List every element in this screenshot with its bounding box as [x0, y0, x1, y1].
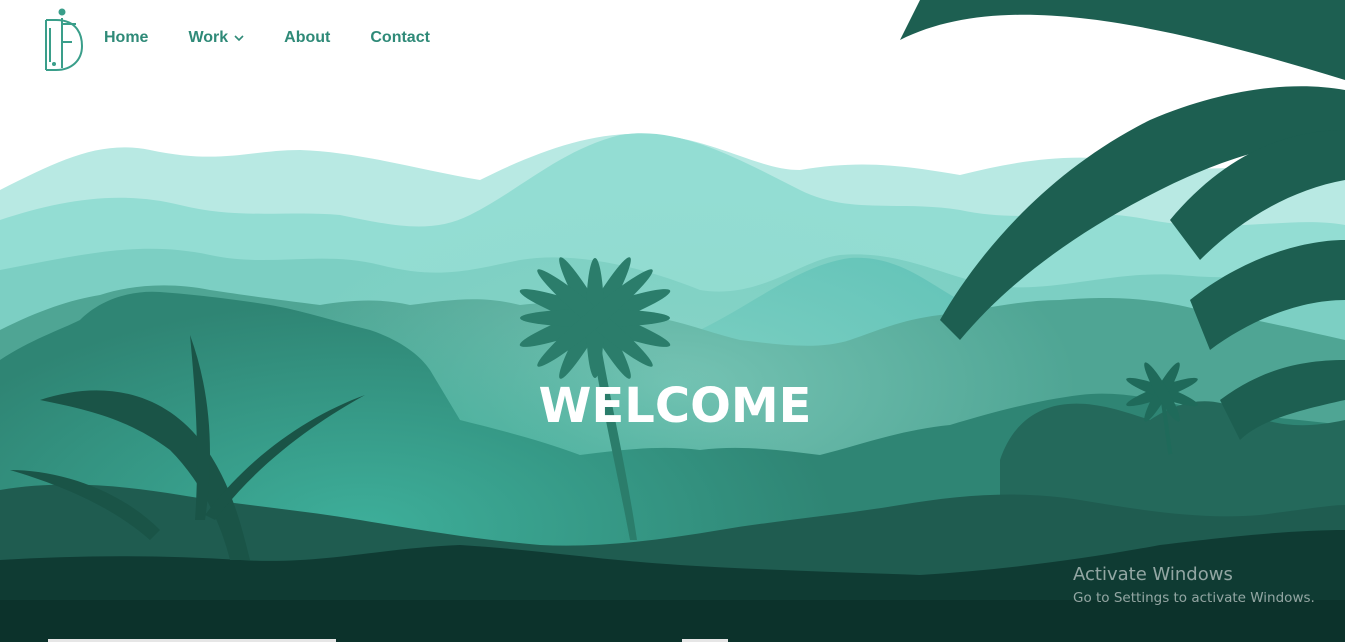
monogram-logo-icon[interactable] [40, 6, 88, 76]
nav-item-about-label: About [284, 29, 331, 46]
hero-illustration [0, 0, 1345, 642]
watermark-subtitle: Go to Settings to activate Windows. [1073, 590, 1315, 606]
nav-item-work[interactable]: Work [188, 29, 244, 47]
chevron-down-icon [234, 35, 244, 42]
nav-item-work-label: Work [188, 29, 229, 46]
activate-windows-watermark: Activate Windows Go to Settings to activ… [1073, 564, 1315, 608]
nav-item-home-label: Home [104, 29, 149, 46]
top-navbar: Home Work About Contact [0, 0, 1345, 82]
page: Home Work About Contact WELCOME Activate… [0, 0, 1345, 642]
nav-item-about[interactable]: About [284, 29, 330, 47]
watermark-title: Activate Windows [1073, 564, 1233, 585]
hero-title: WELCOME [538, 378, 812, 434]
nav-links: Home Work About Contact [104, 29, 470, 47]
nav-item-contact-label: Contact [370, 29, 430, 46]
nav-item-home[interactable]: Home [104, 29, 148, 47]
nav-item-contact[interactable]: Contact [370, 29, 430, 47]
